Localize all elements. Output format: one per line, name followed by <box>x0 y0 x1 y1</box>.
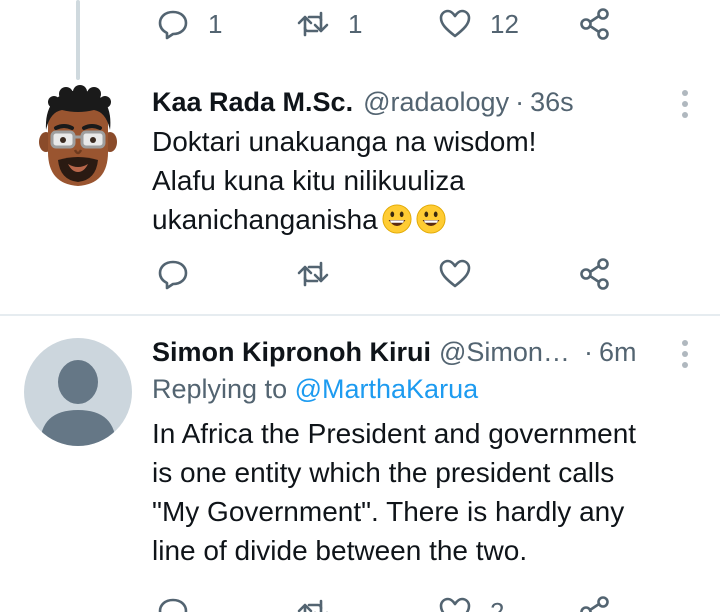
share-button[interactable] <box>578 590 612 612</box>
replying-to-prefix: Replying to <box>152 374 288 404</box>
reply-button[interactable] <box>156 252 190 296</box>
like-button[interactable]: 2 <box>438 590 504 612</box>
retweet-icon <box>297 599 328 612</box>
tweet-content: Simon Kipronoh Kirui @Simon… · 6m Replyi… <box>152 334 700 570</box>
tweet[interactable]: Kaa Rada M.Sc. @radaology · 36s Doktari … <box>0 84 720 312</box>
display-name[interactable]: Simon Kipronoh Kirui <box>152 334 431 370</box>
kebab-dot-icon <box>682 101 688 107</box>
retweet-icon <box>297 11 329 37</box>
tweet-text-line: ukanichanganisha <box>152 204 378 235</box>
reply-icon <box>158 10 188 40</box>
tweet-actions <box>0 252 720 296</box>
user-handle[interactable]: @radaology <box>363 84 509 120</box>
reply-icon <box>158 260 188 290</box>
kebab-dot-icon <box>682 351 688 357</box>
top-tweet-actions: 1 1 12 <box>0 2 720 46</box>
tweet-text-line-with-emoji: ukanichanganisha <box>152 200 700 239</box>
tweet-text-line: Doktari unakuanga na wisdom! <box>152 126 537 157</box>
tweet[interactable]: Simon Kipronoh Kirui @Simon… · 6m Replyi… <box>0 334 720 612</box>
share-icon <box>580 596 609 612</box>
share-button[interactable] <box>578 252 612 296</box>
replying-to: Replying to @MarthaKarua <box>152 370 700 408</box>
user-handle[interactable]: @Simon… <box>439 334 570 370</box>
kebab-dot-icon <box>682 90 688 96</box>
default-profile-icon <box>24 338 132 446</box>
tweet-content: Kaa Rada M.Sc. @radaology · 36s Doktari … <box>152 84 700 239</box>
heart-icon <box>439 597 471 612</box>
tweet-text: In Africa the President and government i… <box>152 414 700 570</box>
more-options-button[interactable] <box>670 336 700 372</box>
retweet-button[interactable]: 1 <box>296 2 362 46</box>
like-button[interactable]: 12 <box>438 2 519 46</box>
retweet-button[interactable] <box>296 252 330 296</box>
share-button[interactable] <box>578 2 612 46</box>
memoji-avatar-icon <box>24 84 132 192</box>
retweet-button[interactable] <box>296 590 330 612</box>
tweet-text-line: is one entity which the president calls <box>152 457 615 488</box>
separator-dot: · <box>515 87 525 117</box>
timestamp[interactable]: 6m <box>599 334 637 370</box>
tweet-header: Kaa Rada M.Sc. @radaology · 36s <box>152 84 700 120</box>
share-icon <box>580 8 609 40</box>
mention-link[interactable]: @MarthaKarua <box>295 374 479 404</box>
timestamp[interactable]: 36s <box>530 84 574 120</box>
tweet-text-line: In Africa the President and government <box>152 418 637 449</box>
reply-button[interactable]: 1 <box>156 2 222 46</box>
tweet-text: Doktari unakuanga na wisdom! Alafu kuna … <box>152 122 700 239</box>
reply-count: 1 <box>208 8 223 39</box>
heart-icon <box>439 259 471 288</box>
grinning-face-emoji-icon <box>416 204 446 234</box>
kebab-dot-icon <box>682 362 688 368</box>
tweet-divider <box>0 314 720 316</box>
avatar[interactable] <box>24 84 132 192</box>
heart-icon <box>439 9 471 38</box>
kebab-dot-icon <box>682 340 688 346</box>
reply-button[interactable] <box>156 590 190 612</box>
display-name[interactable]: Kaa Rada M.Sc. <box>152 84 353 120</box>
kebab-dot-icon <box>682 112 688 118</box>
retweet-icon <box>297 261 329 287</box>
grinning-face-emoji-icon <box>382 204 412 234</box>
retweet-count: 1 <box>348 8 363 39</box>
avatar[interactable] <box>24 338 132 446</box>
more-options-button[interactable] <box>670 86 700 122</box>
reply-icon <box>158 598 188 612</box>
tweet-actions: 2 <box>0 590 720 612</box>
separator-dot: · <box>583 337 593 367</box>
like-count: 2 <box>490 596 505 612</box>
tweet-text-line: line of divide between the two. <box>152 535 528 566</box>
share-icon <box>580 258 609 290</box>
tweet-header: Simon Kipronoh Kirui @Simon… · 6m <box>152 334 700 370</box>
tweet-text-line: Alafu kuna kitu nilikuuliza <box>152 165 465 196</box>
like-button[interactable] <box>438 252 472 296</box>
like-count: 12 <box>490 8 519 39</box>
tweet-text-line: "My Government". There is hardly any <box>152 496 625 527</box>
